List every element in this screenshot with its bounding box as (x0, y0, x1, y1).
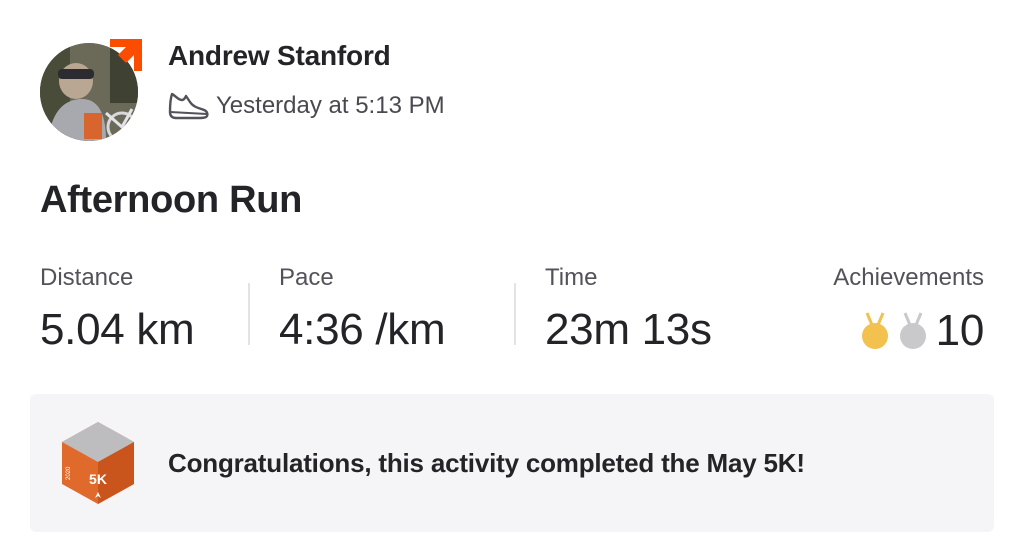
stat-distance: Distance 5.04 km (40, 264, 195, 355)
challenge-badge-year: 2020 (66, 466, 72, 480)
stat-time-value: 23m 13s (545, 305, 712, 354)
strava-subscriber-badge-icon (110, 39, 142, 71)
stat-distance-label: Distance (40, 264, 134, 291)
achievements-count: 10 (935, 305, 985, 355)
activity-title[interactable]: Afternoon Run (40, 179, 302, 222)
stat-distance-value: 5.04 km (40, 305, 195, 354)
activity-meta: Yesterday at 5:13 PM (166, 88, 445, 124)
challenge-badge-label: 5K (89, 471, 107, 487)
stat-pace-label: Pace (279, 264, 334, 291)
stat-pace: Pace 4:36 /km (279, 264, 446, 355)
stat-divider (248, 283, 250, 345)
stat-achievements[interactable]: Achievements 10 (833, 264, 984, 356)
stat-time: Time 23m 13s (545, 264, 712, 355)
challenge-message: Congratulations, this activity completed… (168, 448, 805, 478)
activity-timestamp: Yesterday at 5:13 PM (216, 92, 445, 119)
athlete-avatar[interactable] (40, 35, 144, 141)
achievements-row: 10 (833, 305, 984, 356)
gold-medal-icon (861, 311, 888, 349)
stat-divider (514, 283, 516, 345)
stat-pace-value: 4:36 /km (279, 305, 446, 354)
challenge-badge-icon: 5K 2020 (62, 422, 134, 504)
stat-time-label: Time (545, 264, 598, 291)
challenge-banner[interactable]: 5K 2020 Congratulations, this activity c… (30, 394, 994, 532)
stat-achievements-label: Achievements (833, 264, 984, 291)
athlete-name[interactable]: Andrew Stanford (168, 40, 391, 72)
shoe-icon (168, 92, 209, 120)
silver-medal-icon (899, 311, 926, 349)
